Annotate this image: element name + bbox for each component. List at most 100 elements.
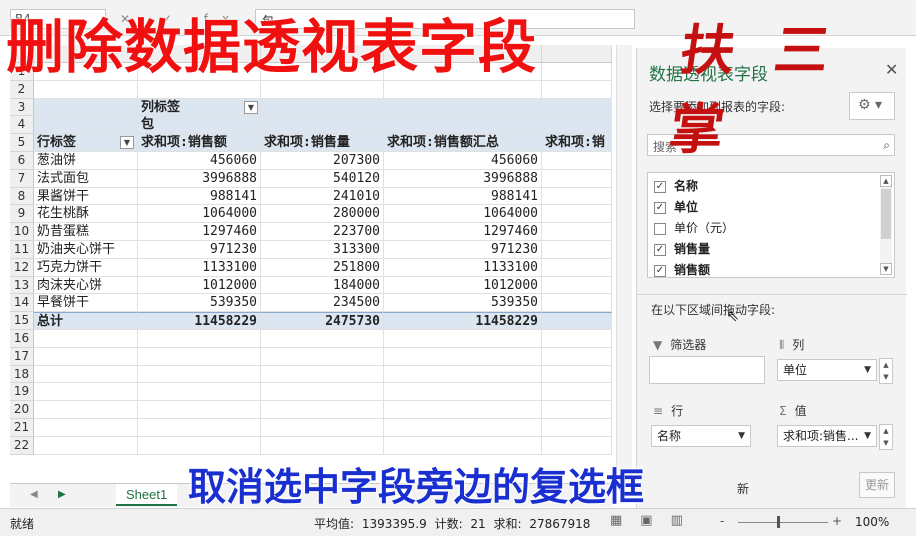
cell-d12[interactable]: 1133100 (384, 258, 542, 277)
field-item[interactable]: ✓ 销售额 (654, 260, 710, 280)
sheet-tab-sheet1[interactable]: Sheet1 (116, 484, 178, 506)
cell-b21[interactable] (138, 419, 261, 437)
cell-d21[interactable] (384, 419, 542, 437)
cell-a14[interactable]: 早餐饼干 (34, 294, 138, 313)
cell-b15[interactable]: 11458229 (138, 312, 261, 330)
cell-e16[interactable] (542, 330, 612, 348)
zoom-slider-thumb[interactable] (777, 516, 780, 528)
cell-d16[interactable] (384, 330, 542, 348)
cell-b10[interactable]: 1297460 (138, 223, 261, 241)
cell-b2[interactable] (138, 80, 261, 99)
cell-e2[interactable] (542, 80, 612, 99)
row-number[interactable]: 10 (10, 223, 34, 241)
row-number[interactable]: 20 (10, 401, 34, 419)
cell-e7[interactable] (542, 169, 612, 188)
field-checkbox[interactable] (654, 222, 666, 235)
cell-a13[interactable]: 肉沫夹心饼 (34, 276, 138, 295)
cell-d15[interactable]: 11458229 (384, 312, 542, 330)
row-number[interactable]: 9 (10, 205, 34, 224)
field-item[interactable]: 单价（元） (654, 218, 734, 238)
values-field-sum[interactable]: 求和项:销售... ▼ (777, 425, 877, 447)
cell-e14[interactable] (542, 294, 612, 313)
cell-a20[interactable] (34, 401, 138, 419)
scroll-thumb[interactable] (881, 189, 891, 239)
cell-c22[interactable] (261, 436, 384, 455)
cell-c15[interactable]: 2475730 (261, 312, 384, 330)
column-filter-button[interactable]: ▼ (244, 100, 258, 114)
cell-c10[interactable]: 223700 (261, 223, 384, 241)
row-number[interactable]: 2 (10, 80, 34, 99)
cell-c12[interactable]: 251800 (261, 258, 384, 277)
cell-a3[interactable] (34, 98, 138, 117)
field-item[interactable]: ✓ 单位 (654, 197, 698, 217)
cell-a18[interactable] (34, 365, 138, 384)
cell-c20[interactable] (261, 401, 384, 419)
cell-c19[interactable] (261, 383, 384, 402)
cell-e10[interactable] (542, 223, 612, 241)
cell-e15[interactable] (542, 312, 612, 330)
cell-b11[interactable]: 971230 (138, 241, 261, 259)
cell-b16[interactable] (138, 330, 261, 348)
cell-c17[interactable] (261, 347, 384, 366)
cell-d3[interactable] (384, 98, 542, 117)
row-filter-button[interactable]: ▼ (120, 136, 134, 150)
cell-c21[interactable] (261, 419, 384, 437)
cell-c18[interactable] (261, 365, 384, 384)
cell-a2[interactable] (34, 80, 138, 99)
row-number[interactable]: 8 (10, 187, 34, 206)
cell-d19[interactable] (384, 383, 542, 402)
cell-c14[interactable]: 234500 (261, 294, 384, 313)
field-checkbox[interactable]: ✓ (654, 180, 666, 193)
row-number[interactable]: 5 (10, 134, 34, 152)
row-number[interactable]: 16 (10, 330, 34, 348)
cell-d6[interactable]: 456060 (384, 152, 542, 170)
rows-field-name[interactable]: 名称 ▼ (651, 425, 751, 447)
cell-c2[interactable] (261, 80, 384, 99)
cell-d7[interactable]: 3996888 (384, 169, 542, 188)
cell-d5[interactable]: 求和项:销售额汇总 (384, 134, 542, 152)
cell-b19[interactable] (138, 383, 261, 402)
zoom-out-button[interactable]: - (720, 514, 724, 528)
cell-b14[interactable]: 539350 (138, 294, 261, 313)
cell-e1[interactable] (542, 63, 612, 81)
cell-b6[interactable]: 456060 (138, 152, 261, 170)
cell-a15[interactable]: 总计 (34, 312, 138, 330)
cell-d9[interactable]: 1064000 (384, 205, 542, 224)
cell-e18[interactable] (542, 365, 612, 384)
row-number[interactable]: 4 (10, 116, 34, 135)
cell-b4[interactable]: 包 (138, 116, 261, 135)
cell-d2[interactable] (384, 80, 542, 99)
cell-a12[interactable]: 巧克力饼干 (34, 258, 138, 277)
cell-d18[interactable] (384, 365, 542, 384)
cell-a9[interactable]: 花生桃酥 (34, 205, 138, 224)
view-buttons-icon[interactable]: ▦▣▥ (610, 513, 701, 528)
cell-d22[interactable] (384, 436, 542, 455)
cell-c7[interactable]: 540120 (261, 169, 384, 188)
row-number[interactable]: 7 (10, 169, 34, 188)
cell-a6[interactable]: 葱油饼 (34, 152, 138, 170)
cell-c8[interactable]: 241010 (261, 187, 384, 206)
column-header-e[interactable] (542, 45, 612, 63)
columns-scroll[interactable]: ▲ ▼ (879, 358, 893, 384)
cell-e21[interactable] (542, 419, 612, 437)
cell-e6[interactable] (542, 152, 612, 170)
row-number[interactable]: 3 (10, 98, 34, 117)
cell-b22[interactable] (138, 436, 261, 455)
row-number[interactable]: 22 (10, 436, 34, 455)
cell-e4[interactable] (542, 116, 612, 135)
row-number[interactable]: 14 (10, 294, 34, 313)
zoom-in-button[interactable]: + (832, 514, 842, 528)
cell-e13[interactable] (542, 276, 612, 295)
field-item[interactable]: ✓ 名称 (654, 176, 698, 196)
cell-e22[interactable] (542, 436, 612, 455)
scroll-down-icon[interactable]: ▼ (880, 263, 892, 275)
tab-next-icon[interactable]: ▶ (58, 489, 66, 500)
cell-c3[interactable] (261, 98, 384, 117)
cell-e5[interactable]: 求和项:销 (542, 134, 612, 152)
row-number[interactable]: 21 (10, 419, 34, 437)
cell-d20[interactable] (384, 401, 542, 419)
update-button[interactable]: 更新 (859, 472, 895, 498)
cell-e8[interactable] (542, 187, 612, 206)
row-number[interactable]: 13 (10, 276, 34, 295)
cell-c4[interactable] (261, 116, 384, 135)
